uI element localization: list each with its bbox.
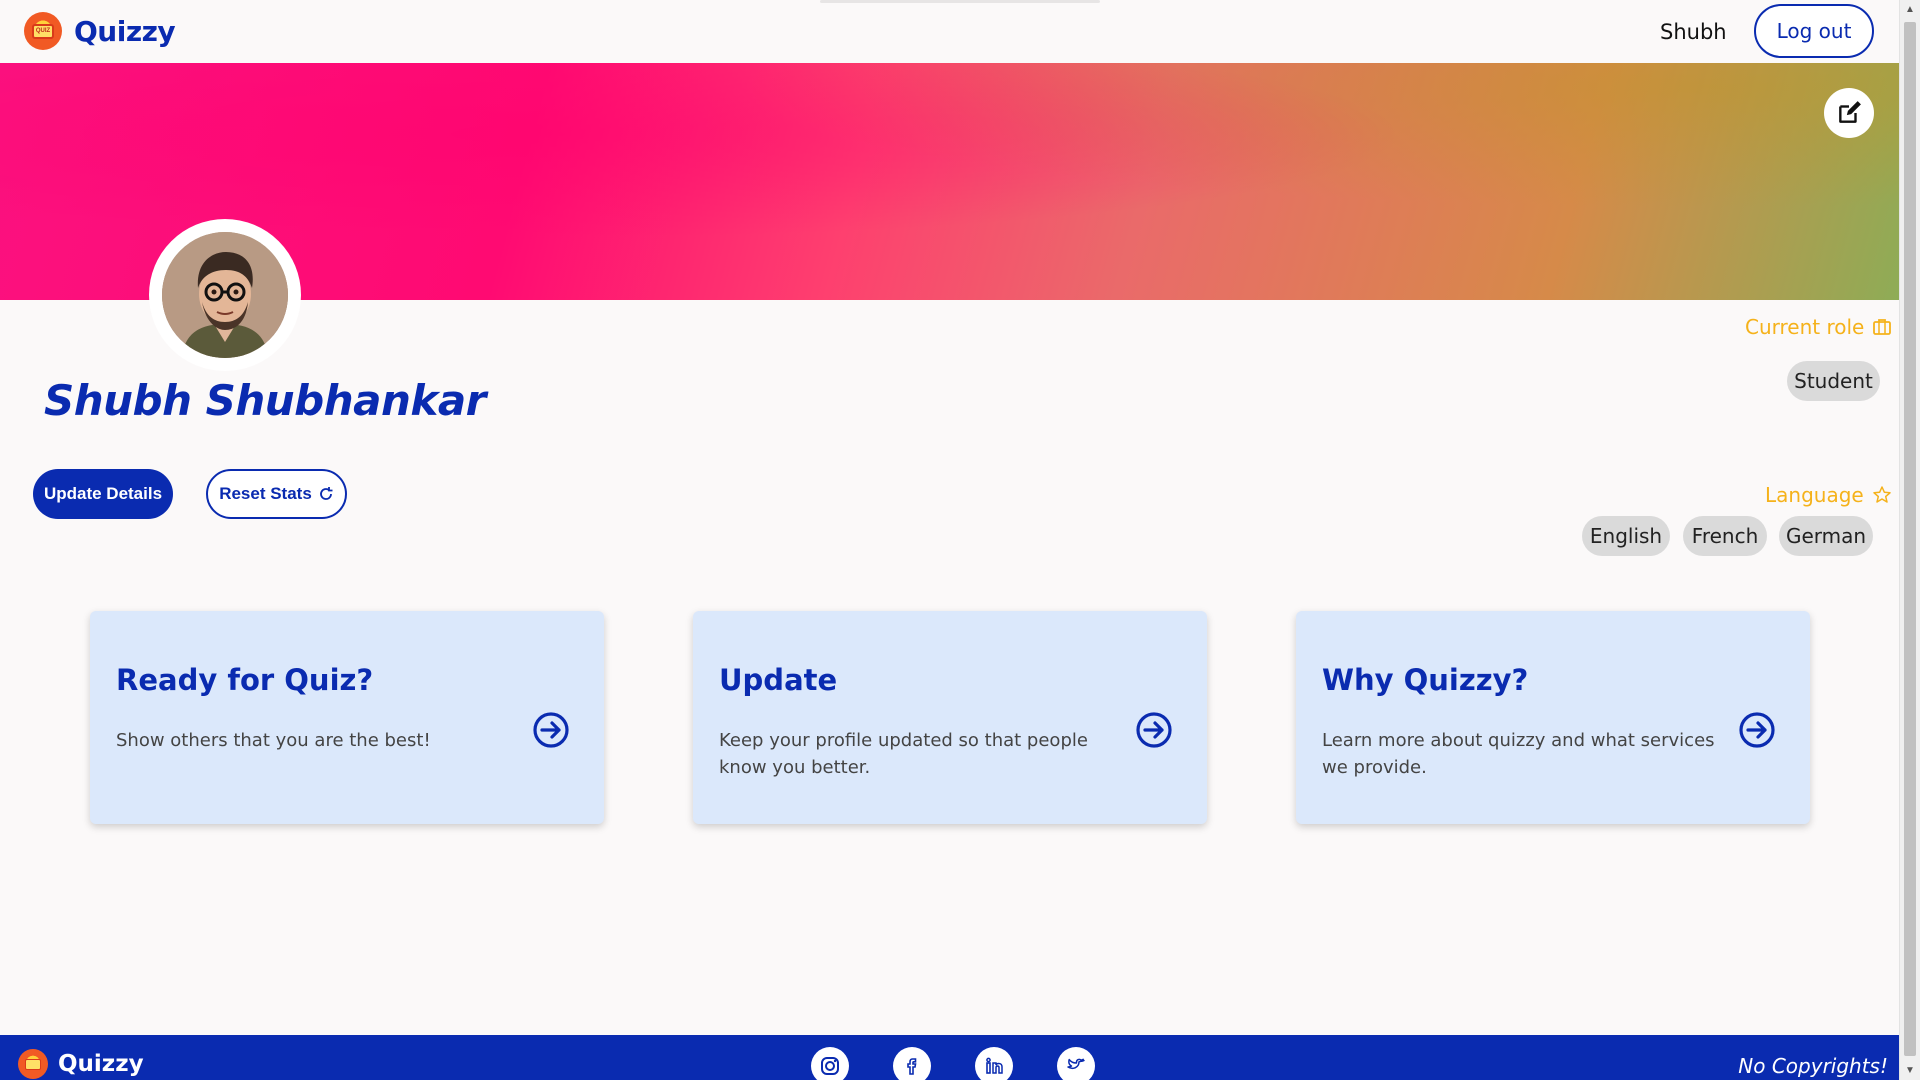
update-details-button[interactable]: Update Details [33,469,173,519]
brand-name: Quizzy [74,14,176,48]
role-chip: Student [1787,361,1880,401]
facebook-icon [907,1058,917,1075]
scroll-up-icon[interactable]: ▲ [1905,4,1915,15]
linkedin-link[interactable] [975,1047,1013,1080]
language-chip-german: German [1779,516,1873,556]
card-text: Learn more about quizzy and what service… [1322,730,1715,778]
quizzy-logo-icon: QUIZ [24,12,62,50]
twitter-icon [1067,1058,1085,1070]
arrow-right-circle-icon[interactable] [1738,711,1776,749]
footer-brand-name: Quizzy [58,1051,144,1077]
arrow-right-circle-icon[interactable] [532,711,570,749]
star-icon [1872,486,1891,503]
linkedin-icon [986,1057,1003,1074]
card-text: Show others that you are the best! [116,730,431,751]
card-title: Why Quizzy? [1322,663,1529,697]
instagram-icon [821,1057,839,1075]
footer-copyright: No Copyrights! [1738,1054,1888,1078]
language-chip-french: French [1683,516,1767,556]
current-role-text: Current role [1745,315,1865,339]
avatar-ring [149,219,301,371]
edit-banner-button[interactable] [1824,88,1874,138]
card-title: Ready for Quiz? [116,663,374,697]
card-ready-for-quiz[interactable]: Ready for Quiz? Show others that you are… [90,611,604,824]
logo-text: QUIZ [32,23,54,39]
vertical-scrollbar[interactable]: ▲ ▼ [1899,0,1920,1080]
current-role-label: Current role [1745,315,1892,339]
quizzy-logo-icon [18,1049,48,1079]
footer-brand[interactable]: Quizzy [18,1049,144,1079]
edit-icon [1839,101,1861,123]
refresh-icon [319,487,333,500]
card-update[interactable]: Update Keep your profile updated so that… [693,611,1207,824]
twitter-link[interactable] [1057,1047,1095,1080]
avatar-portrait-icon [162,232,288,358]
avatar[interactable] [162,232,288,358]
nav-username[interactable]: Shubh [1660,20,1727,44]
brand[interactable]: QUIZ Quizzy [24,12,176,50]
language-text: Language [1765,483,1864,507]
briefcase-icon [1873,319,1892,335]
card-text: Keep your profile updated so that people… [719,730,1088,778]
language-label: Language [1765,483,1892,507]
arrow-right-circle-icon[interactable] [1135,711,1173,749]
card-why-quizzy[interactable]: Why Quizzy? Learn more about quizzy and … [1296,611,1810,824]
top-divider [820,0,1100,3]
logout-button[interactable]: Log out [1754,4,1874,58]
scroll-down-icon[interactable]: ▼ [1905,1065,1915,1076]
scrollbar-thumb[interactable] [1904,22,1916,1056]
top-navbar: QUIZ Quizzy Shubh Log out [0,0,1899,63]
facebook-link[interactable] [893,1047,931,1080]
language-chip-english: English [1582,516,1670,556]
profile-name: Shubh Shubhankar [44,376,486,425]
reset-stats-button[interactable]: Reset Stats [206,469,347,519]
footer: Quizzy [0,1035,1899,1080]
instagram-link[interactable] [811,1047,849,1080]
card-title: Update [719,663,838,697]
reset-stats-label: Reset Stats [219,484,312,503]
